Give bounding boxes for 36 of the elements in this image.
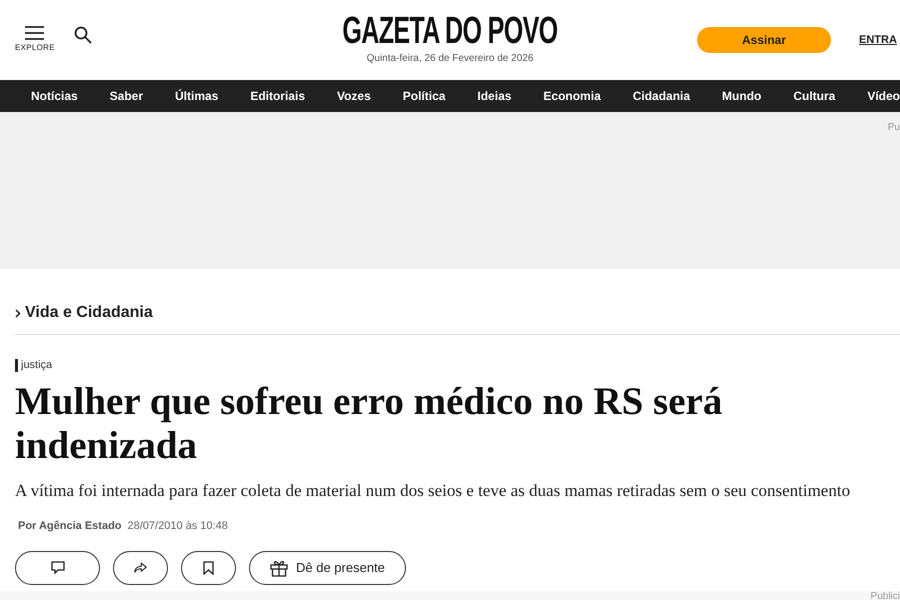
header-date: Quinta-feira, 26 de Fevereiro de 2026 [366,52,534,66]
login-link[interactable]: ENTRA [859,32,897,48]
nav-link[interactable]: Política [402,87,446,105]
gift-button[interactable]: Dê de presente [249,551,406,585]
nav-link[interactable]: Cidadania [632,87,690,105]
nav-link[interactable]: Economia [543,87,601,105]
nav-link[interactable]: Últimas [174,87,218,105]
subtitle: A vítima foi internada para fazer coleta de material num dos seios e teve as duas mamas retiradas sem o seu consentimento [15,480,852,502]
nav-link[interactable]: Saber [110,87,144,105]
subscribe-button[interactable]: Assinar [697,27,831,53]
nav-link[interactable]: Editoriais [250,87,305,105]
author: Por Agência Estado [18,518,122,534]
publish-date: 28/07/2010 às 10:48 [128,518,228,534]
chevron-icon [15,308,21,318]
ad-label: Pu [888,121,900,135]
share-icon [134,561,147,575]
bookmark-icon [203,561,214,575]
site-logo[interactable]: GAZETA DO POVO [342,12,558,50]
search-icon[interactable] [74,26,92,44]
explore-menu-button[interactable]: EXPLORE [15,26,55,54]
share-button[interactable] [113,551,168,585]
comment-icon [50,561,64,575]
nav-link[interactable]: Notícias [31,87,78,105]
bookmark-button[interactable] [181,551,236,585]
nav-link[interactable]: Vídeo [867,87,900,105]
nav-link[interactable]: Vozes [336,87,371,105]
headline: Mulher que sofreu erro médico no RS será indenizada [15,380,724,468]
ad-label: Publici [870,590,900,600]
section-link[interactable]: Vida e Cidadania [25,301,153,325]
nav-link[interactable]: Ideias [477,87,512,105]
gift-icon [270,559,288,577]
tag-link[interactable]: justiça [15,359,52,372]
menu-icon [25,26,44,40]
nav-link[interactable]: Mundo [722,87,762,105]
nav-link[interactable]: Cultura [793,87,836,105]
comment-button[interactable] [15,551,100,585]
